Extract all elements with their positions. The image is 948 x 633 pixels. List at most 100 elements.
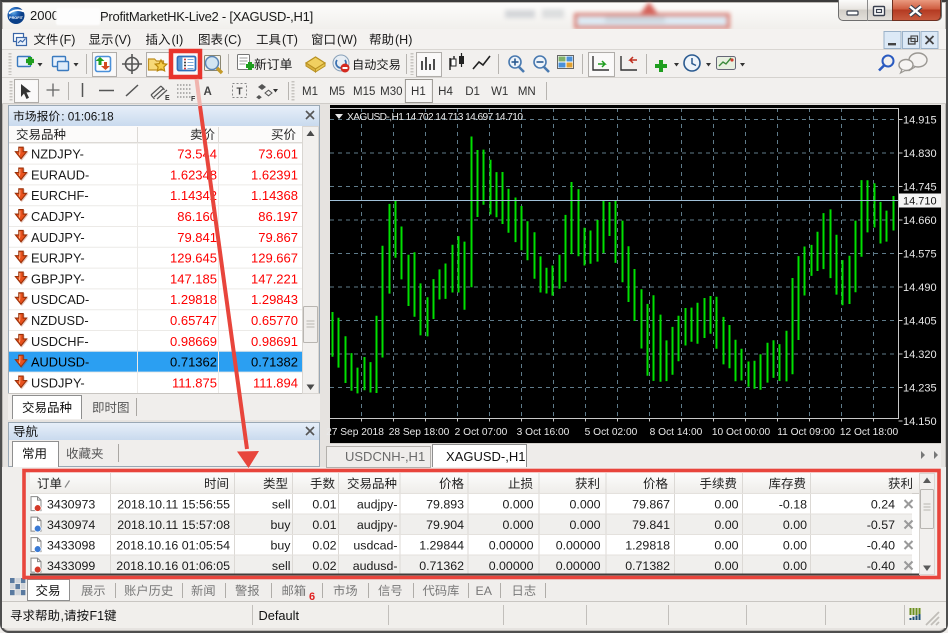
svg-text:0.00: 0.00 (714, 497, 738, 511)
svg-text:0.00000: 0.00000 (489, 538, 534, 552)
svg-text:audusd-: audusd- (353, 559, 398, 573)
svg-text:28 Sep 18:00: 28 Sep 18:00 (389, 427, 450, 438)
svg-text:12 Oct 18:00: 12 Oct 18:00 (840, 427, 899, 438)
svg-text:USDCAD-: USDCAD- (31, 292, 89, 307)
svg-text:buy: buy (271, 518, 292, 532)
svg-text:79.893: 79.893 (426, 497, 464, 511)
svg-text:147.221: 147.221 (251, 271, 298, 286)
svg-text:2018.10.16 01:05:54: 2018.10.16 01:05:54 (116, 538, 230, 552)
svg-text:14.405: 14.405 (903, 316, 937, 328)
svg-text:audjpy-: audjpy- (357, 518, 398, 532)
svg-text:(C): (C) (224, 33, 241, 47)
svg-text:14.660: 14.660 (903, 215, 937, 227)
svg-text:0.24: 0.24 (871, 497, 895, 511)
svg-text:0.000: 0.000 (502, 497, 533, 511)
svg-text:79.841: 79.841 (177, 230, 217, 245)
svg-text:USDCNH-,H1: USDCNH-,H1 (345, 449, 425, 464)
svg-text:: 01:06:18: : 01:06:18 (61, 110, 114, 124)
svg-text:0.71382: 0.71382 (251, 355, 298, 370)
svg-text:14.710: 14.710 (903, 196, 937, 208)
svg-text:6: 6 (309, 591, 315, 603)
svg-text:1.29844: 1.29844 (419, 538, 464, 552)
svg-text:-0.40: -0.40 (867, 538, 895, 552)
svg-text:H1: H1 (411, 86, 426, 98)
svg-text:(W): (W) (337, 33, 357, 47)
svg-text:M5: M5 (329, 86, 345, 98)
svg-text:W1: W1 (491, 86, 508, 98)
svg-text:14.235: 14.235 (903, 383, 937, 395)
svg-text:0.000: 0.000 (569, 518, 600, 532)
svg-text:0.00: 0.00 (714, 538, 738, 552)
svg-text:2018.10.11 15:57:08: 2018.10.11 15:57:08 (117, 518, 230, 532)
svg-text:0.00: 0.00 (783, 538, 807, 552)
svg-text:1.62391: 1.62391 (251, 167, 298, 182)
svg-text:27 Sep 2018: 27 Sep 2018 (326, 427, 384, 438)
svg-text:0.71382: 0.71382 (625, 559, 670, 573)
svg-text:3433098: 3433098 (47, 538, 95, 552)
svg-text:Default: Default (259, 608, 300, 623)
svg-text:0.00: 0.00 (783, 559, 807, 573)
svg-text:3 Oct 16:00: 3 Oct 16:00 (517, 427, 570, 438)
svg-text:0.00000: 0.00000 (556, 538, 601, 552)
svg-text:79.841: 79.841 (632, 518, 670, 532)
svg-text:F: F (191, 96, 196, 103)
svg-text:73.544: 73.544 (177, 147, 217, 162)
svg-text:0.00000: 0.00000 (489, 559, 534, 573)
svg-text:PROFIT: PROFIT (9, 16, 24, 20)
svg-text:2018.10.11 15:56:55: 2018.10.11 15:56:55 (117, 497, 230, 511)
svg-text:E: E (165, 95, 170, 102)
svg-text:AUDJPY-: AUDJPY- (31, 230, 85, 245)
svg-text:A: A (204, 86, 212, 98)
svg-text:GBPJPY-: GBPJPY- (31, 271, 85, 286)
svg-text:(T): (T) (282, 33, 298, 47)
svg-text:0.000: 0.000 (569, 497, 600, 511)
svg-text:14.915: 14.915 (903, 115, 937, 127)
svg-text:USDCHF-: USDCHF- (31, 334, 89, 349)
svg-text:3430974: 3430974 (47, 518, 95, 532)
svg-text:14.490: 14.490 (903, 282, 937, 294)
svg-text:,: , (61, 609, 64, 623)
svg-text:sell: sell (272, 497, 291, 511)
svg-text:79.867: 79.867 (258, 230, 298, 245)
svg-text:AUDUSD-: AUDUSD- (31, 355, 89, 370)
svg-text:MN: MN (518, 86, 536, 98)
svg-text:79.904: 79.904 (426, 518, 464, 532)
svg-text:H4: H4 (438, 86, 453, 98)
svg-text:8 Oct 14:00: 8 Oct 14:00 (650, 427, 703, 438)
svg-text:5 Oct 02:00: 5 Oct 02:00 (585, 427, 638, 438)
svg-text:1.29818: 1.29818 (625, 538, 670, 552)
svg-text:111.875: 111.875 (172, 375, 217, 390)
svg-text:EA: EA (476, 584, 493, 598)
svg-text:audjpy-: audjpy- (357, 497, 398, 511)
svg-text:147.185: 147.185 (170, 271, 217, 286)
svg-text:0.00000: 0.00000 (556, 559, 601, 573)
svg-text:0.98669: 0.98669 (170, 334, 217, 349)
svg-text:0.01: 0.01 (312, 518, 336, 532)
svg-text:XAGUSD-,H1: XAGUSD-,H1 (446, 449, 525, 464)
svg-text:79.867: 79.867 (632, 497, 670, 511)
svg-text:NZDJPY-: NZDJPY- (31, 147, 84, 162)
svg-text:10 Oct 00:00: 10 Oct 00:00 (712, 427, 771, 438)
svg-text:CADJPY-: CADJPY- (31, 209, 85, 224)
svg-text:M1: M1 (302, 86, 318, 98)
svg-text:111.894: 111.894 (253, 375, 298, 390)
svg-text:0.98691: 0.98691 (251, 334, 298, 349)
svg-text:0.00: 0.00 (714, 559, 738, 573)
svg-text:buy: buy (271, 538, 292, 552)
svg-text:(H): (H) (395, 33, 412, 47)
svg-text:86.160: 86.160 (177, 209, 217, 224)
svg-text:73.601: 73.601 (258, 147, 298, 162)
svg-text:0.71362: 0.71362 (170, 355, 217, 370)
svg-text:M30: M30 (380, 86, 402, 98)
svg-text:-0.18: -0.18 (779, 497, 807, 511)
svg-text:-0.57: -0.57 (867, 518, 895, 532)
svg-text:3433099: 3433099 (47, 559, 95, 573)
svg-text:14.830: 14.830 (903, 148, 937, 160)
svg-text:NZDUSD-: NZDUSD- (31, 313, 89, 328)
svg-text:EURJPY-: EURJPY- (31, 251, 85, 266)
svg-text:14.575: 14.575 (903, 249, 937, 261)
svg-text:0.000: 0.000 (502, 518, 533, 532)
svg-text:0.00: 0.00 (783, 518, 807, 532)
svg-text:2 Oct 07:00: 2 Oct 07:00 (455, 427, 508, 438)
svg-text:86.197: 86.197 (258, 209, 298, 224)
